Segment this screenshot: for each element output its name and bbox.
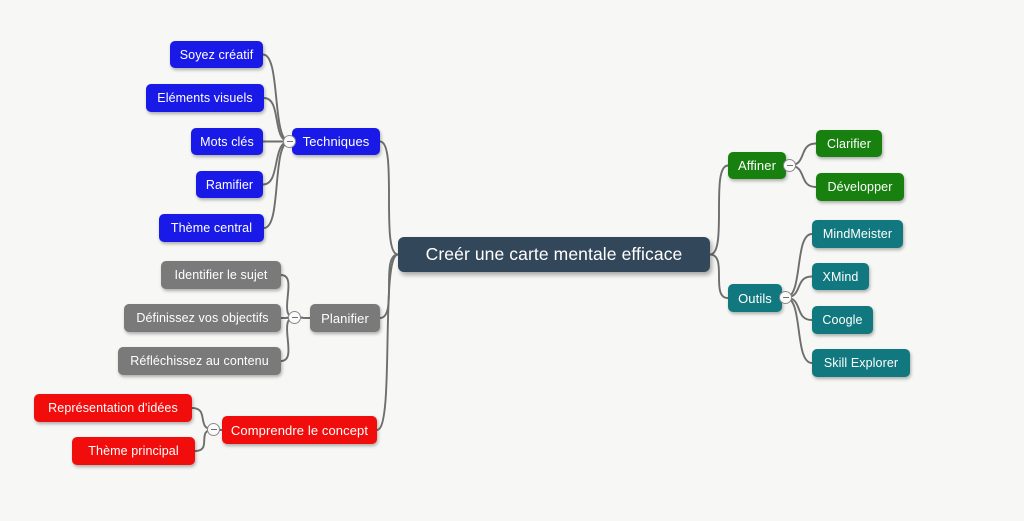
- node-label: Creér une carte mentale efficace: [425, 244, 683, 264]
- collapse-toggle-comprendre[interactable]: [207, 423, 220, 436]
- leaf-node-outils-1[interactable]: XMind: [812, 263, 869, 290]
- connector-root-affiner: [709, 164, 729, 256]
- node-label: Représentation d'idées: [48, 401, 178, 415]
- leaf-node-planifier-1[interactable]: Définissez vos objectifs: [124, 304, 281, 332]
- node-label: Affiner: [737, 158, 777, 173]
- minus-icon: [291, 317, 298, 318]
- connector-techniques-child-3: [262, 140, 291, 186]
- leaf-node-comprendre-0[interactable]: Représentation d'idées: [34, 394, 192, 422]
- root-node[interactable]: Creér une carte mentale efficace: [398, 237, 710, 272]
- node-label: Identifier le sujet: [174, 268, 268, 282]
- leaf-node-planifier-2[interactable]: Réfléchissez au contenu: [118, 347, 281, 375]
- node-label: Comprendre le concept: [230, 422, 369, 438]
- connector-root-planifier: [379, 253, 399, 319]
- connector-root-techniques: [379, 140, 399, 256]
- branch-node-comprendre[interactable]: Comprendre le concept: [222, 416, 377, 444]
- minus-icon: [286, 141, 293, 142]
- node-label: Skill Explorer: [823, 356, 899, 370]
- mindmap-canvas[interactable]: Creér une carte mentale efficace Soyez cr…: [0, 0, 1024, 521]
- leaf-node-techniques-3[interactable]: Ramifier: [196, 171, 263, 198]
- node-label: Définissez vos objectifs: [136, 311, 269, 325]
- leaf-node-techniques-2[interactable]: Mots clés: [191, 128, 263, 155]
- branch-node-planifier[interactable]: Planifier: [310, 304, 380, 332]
- node-label: Soyez créatif: [179, 47, 254, 62]
- leaf-node-comprendre-1[interactable]: Thème principal: [72, 437, 195, 465]
- node-label: Mots clés: [200, 134, 254, 149]
- node-label: XMind: [822, 269, 859, 284]
- leaf-node-outils-2[interactable]: Coogle: [812, 306, 873, 334]
- node-label: Techniques: [302, 134, 370, 149]
- collapse-toggle-planifier[interactable]: [288, 311, 301, 324]
- branch-node-affiner[interactable]: Affiner: [728, 152, 786, 179]
- connector-planifier-child-2: [280, 316, 296, 362]
- node-label: Développer: [827, 180, 893, 194]
- leaf-node-affiner-0[interactable]: Clarifier: [816, 130, 882, 157]
- node-label: MindMeister: [822, 227, 893, 241]
- leaf-node-outils-3[interactable]: Skill Explorer: [812, 349, 910, 377]
- leaf-node-techniques-1[interactable]: Eléments visuels: [146, 84, 264, 112]
- connector-techniques-child-0: [262, 53, 291, 143]
- leaf-node-outils-0[interactable]: MindMeister: [812, 220, 903, 248]
- leaf-node-techniques-0[interactable]: Soyez créatif: [170, 41, 263, 68]
- collapse-toggle-affiner[interactable]: [783, 159, 796, 172]
- minus-icon: [782, 297, 789, 298]
- node-label: Thème principal: [88, 444, 179, 458]
- leaf-node-affiner-1[interactable]: Développer: [816, 173, 904, 201]
- node-label: Planifier: [321, 310, 369, 326]
- node-label: Thème central: [170, 221, 253, 235]
- node-label: Coogle: [822, 313, 863, 327]
- collapse-toggle-outils[interactable]: [779, 291, 792, 304]
- node-label: Réfléchissez au contenu: [130, 354, 269, 368]
- node-label: Outils: [738, 290, 772, 306]
- leaf-node-techniques-4[interactable]: Thème central: [159, 214, 264, 242]
- connector-outils-child-3: [784, 296, 813, 364]
- node-label: Ramifier: [205, 177, 254, 192]
- branch-node-outils[interactable]: Outils: [728, 284, 782, 312]
- node-label: Eléments visuels: [157, 91, 253, 105]
- leaf-node-planifier-0[interactable]: Identifier le sujet: [161, 261, 281, 289]
- collapse-toggle-techniques[interactable]: [283, 135, 296, 148]
- connector-root-outils: [709, 253, 729, 299]
- minus-icon: [786, 165, 793, 166]
- connector-outils-child-0: [784, 233, 813, 299]
- connector-root-comprendre: [376, 253, 399, 431]
- minus-icon: [210, 429, 217, 430]
- branch-node-techniques[interactable]: Techniques: [292, 128, 380, 155]
- connector-techniques-child-4: [263, 140, 291, 229]
- node-label: Clarifier: [827, 136, 871, 151]
